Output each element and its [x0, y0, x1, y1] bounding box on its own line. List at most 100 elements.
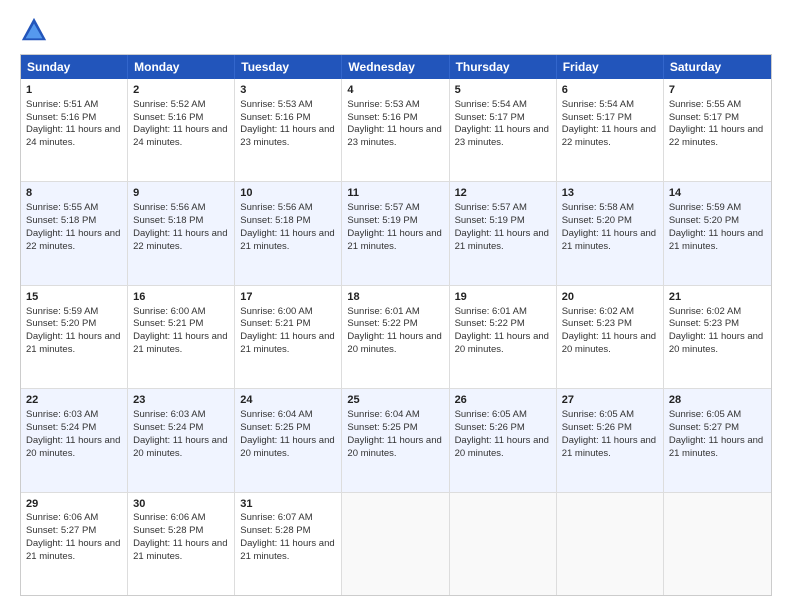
daylight-text: Daylight: 11 hours and 21 minutes.: [240, 331, 334, 355]
sunset-text: Sunset: 5:24 PM: [133, 422, 203, 433]
sunrise-text: Sunrise: 6:06 AM: [133, 512, 205, 523]
calendar-cell: 14Sunrise: 5:59 AM Sunset: 5:20 PM Dayligh…: [664, 182, 771, 284]
sunset-text: Sunset: 5:16 PM: [26, 112, 96, 123]
day-number: 21: [669, 290, 766, 305]
calendar-cell: 1Sunrise: 5:51 AMSunset: 5:16 PMDaylight…: [21, 79, 128, 181]
sunset-text: Sunset: 5:18 PM: [240, 215, 310, 226]
sunrise-text: Sunrise: 6:07 AM: [240, 512, 312, 523]
sunset-text: Sunset: 5:22 PM: [347, 318, 417, 329]
day-number: 8: [26, 186, 122, 201]
calendar-cell: 17Sunrise: 6:00 AMSunset: 5:21 PM Dayligh…: [235, 286, 342, 388]
day-number: 15: [26, 290, 122, 305]
calendar-cell: 9Sunrise: 5:56 AMSunset: 5:18 PMDaylight…: [128, 182, 235, 284]
calendar-cell: 30Sunrise: 6:06 AMSunset: 5:28 PMDayligh…: [128, 493, 235, 595]
calendar-body: 1Sunrise: 5:51 AMSunset: 5:16 PMDaylight…: [21, 79, 771, 595]
calendar-row: 15Sunrise: 5:59 AMSunset: 5:20 PMDayligh…: [21, 286, 771, 389]
sunset-text: Sunset: 5:16 PM: [347, 112, 417, 123]
calendar-row: 29Sunrise: 6:06 AMSunset: 5:27 PMDayligh…: [21, 493, 771, 595]
sunrise-text: Sunrise: 5:53 AM: [347, 99, 419, 110]
sunrise-text: Sunrise: 6:03 AM: [26, 409, 98, 420]
daylight-text: Daylight: 11 hours and 21 minutes.: [562, 228, 656, 252]
day-number: 4: [347, 83, 443, 98]
sunrise-text: Sunrise: 6:06 AM: [26, 512, 98, 523]
day-number: 16: [133, 290, 229, 305]
sunrise-text: Sunrise: 5:56 AM: [240, 202, 312, 213]
calendar-cell: [664, 493, 771, 595]
daylight-text: Daylight: 11 hours and 21 minutes.: [26, 331, 120, 355]
calendar-cell: 25Sunrise: 6:04 AMSunset: 5:25 PMDayligh…: [342, 389, 449, 491]
calendar-cell: 11Sunrise: 5:57 AMSunset: 5:19 PMDayligh…: [342, 182, 449, 284]
cal-header-cell: Thursday: [450, 55, 557, 79]
day-number: 25: [347, 393, 443, 408]
calendar-row: 8Sunrise: 5:55 AM Sunset: 5:18 PM Daylight…: [21, 182, 771, 285]
sunset-text: Sunset: 5:19 PM: [347, 215, 417, 226]
sunset-text: Sunset: 5:23 PM: [562, 318, 632, 329]
cal-header-cell: Friday: [557, 55, 664, 79]
sunset-text: Sunset: 5:20 PM: [669, 215, 739, 226]
calendar-cell: 18Sunrise: 6:01 AMSunset: 5:22 PMDayligh…: [342, 286, 449, 388]
sunrise-text: Sunrise: 5:57 AM: [455, 202, 527, 213]
sunrise-text: Sunrise: 6:00 AM: [133, 306, 205, 317]
sunset-text: Sunset: 5:17 PM: [455, 112, 525, 123]
daylight-text: Daylight: 11 hours and 23 minutes.: [347, 124, 441, 148]
calendar-cell: 28Sunrise: 6:05 AMSunset: 5:27 PMDayligh…: [664, 389, 771, 491]
daylight-text: Daylight: 11 hours and 22 minutes.: [669, 124, 763, 148]
calendar-cell: 21Sunrise: 6:02 AMSunset: 5:23 PMDayligh…: [664, 286, 771, 388]
calendar-cell: 8Sunrise: 5:55 AMSunset: 5:18 PMDaylight…: [21, 182, 128, 284]
calendar-cell: 20Sunrise: 6:02 AMSunset: 5:23 PMDayligh…: [557, 286, 664, 388]
day-number: 10: [240, 186, 336, 201]
logo-icon: [20, 16, 48, 44]
sunset-text: Sunset: 5:16 PM: [133, 112, 203, 123]
sunrise-text: Sunrise: 6:03 AM: [133, 409, 205, 420]
cal-header-cell: Saturday: [664, 55, 771, 79]
sunset-text: Sunset: 5:17 PM: [669, 112, 739, 123]
calendar-cell: 19Sunrise: 6:01 AMSunset: 5:22 PMDayligh…: [450, 286, 557, 388]
day-number: 30: [133, 497, 229, 512]
sunrise-text: Sunrise: 6:05 AM: [669, 409, 741, 420]
sunset-text: Sunset: 5:25 PM: [347, 422, 417, 433]
day-number: 29: [26, 497, 122, 512]
cal-header-cell: Wednesday: [342, 55, 449, 79]
sunrise-text: Sunrise: 5:59 AM: [26, 306, 98, 317]
daylight-text: Daylight: 11 hours and 21 minutes.: [669, 228, 763, 252]
sunrise-text: Sunrise: 6:04 AM: [347, 409, 419, 420]
sunrise-text: Sunrise: 6:02 AM: [669, 306, 741, 317]
daylight-text: Daylight: 11 hours and 23 minutes.: [455, 124, 549, 148]
sunrise-text: Sunrise: 6:02 AM: [562, 306, 634, 317]
sunrise-text: Sunrise: 5:55 AM: [669, 99, 741, 110]
calendar-cell: 22Sunrise: 6:03 AMSunset: 5:24 PMDayligh…: [21, 389, 128, 491]
sunrise-text: Sunrise: 5:57 AM: [347, 202, 419, 213]
calendar-cell: 4Sunrise: 5:53 AM Sunset: 5:16 PMDaylight…: [342, 79, 449, 181]
sunrise-text: Sunrise: 6:05 AM: [455, 409, 527, 420]
daylight-text: Daylight: 11 hours and 21 minutes.: [240, 538, 334, 562]
sunrise-text: Sunrise: 5:59 AM: [669, 202, 741, 213]
calendar-cell: 27Sunrise: 6:05 AMSunset: 5:26 PMDayligh…: [557, 389, 664, 491]
calendar-cell: 31Sunrise: 6:07 AMSunset: 5:28 PMDayligh…: [235, 493, 342, 595]
daylight-text: Daylight: 11 hours and 24 minutes.: [26, 124, 120, 148]
calendar: SundayMondayTuesdayWednesdayThursdayFrid…: [20, 54, 772, 596]
day-number: 11: [347, 186, 443, 201]
daylight-text: Daylight: 11 hours and 21 minutes.: [26, 538, 120, 562]
cal-header-cell: Monday: [128, 55, 235, 79]
sunset-text: Sunset: 5:20 PM: [562, 215, 632, 226]
sunrise-text: Sunrise: 6:04 AM: [240, 409, 312, 420]
calendar-cell: 15Sunrise: 5:59 AMSunset: 5:20 PMDayligh…: [21, 286, 128, 388]
day-number: 18: [347, 290, 443, 305]
sunrise-text: Sunrise: 5:58 AM: [562, 202, 634, 213]
sunset-text: Sunset: 5:28 PM: [133, 525, 203, 536]
daylight-text: Daylight: 11 hours and 21 minutes.: [455, 228, 549, 252]
day-number: 17: [240, 290, 336, 305]
day-number: 14: [669, 186, 766, 201]
sunset-text: Sunset: 5:21 PM: [240, 318, 310, 329]
sunrise-text: Sunrise: 6:00 AM: [240, 306, 312, 317]
day-number: 13: [562, 186, 658, 201]
calendar-row: 1Sunrise: 5:51 AMSunset: 5:16 PMDaylight…: [21, 79, 771, 182]
sunset-text: Sunset: 5:28 PM: [240, 525, 310, 536]
sunrise-text: Sunrise: 5:53 AM: [240, 99, 312, 110]
cal-header-cell: Sunday: [21, 55, 128, 79]
sunrise-text: Sunrise: 5:55 AM: [26, 202, 98, 213]
daylight-text: Daylight: 11 hours and 20 minutes.: [347, 331, 441, 355]
daylight-text: Daylight: 11 hours and 21 minutes.: [562, 435, 656, 459]
sunset-text: Sunset: 5:18 PM: [26, 215, 96, 226]
calendar-row: 22Sunrise: 6:03 AMSunset: 5:24 PMDayligh…: [21, 389, 771, 492]
